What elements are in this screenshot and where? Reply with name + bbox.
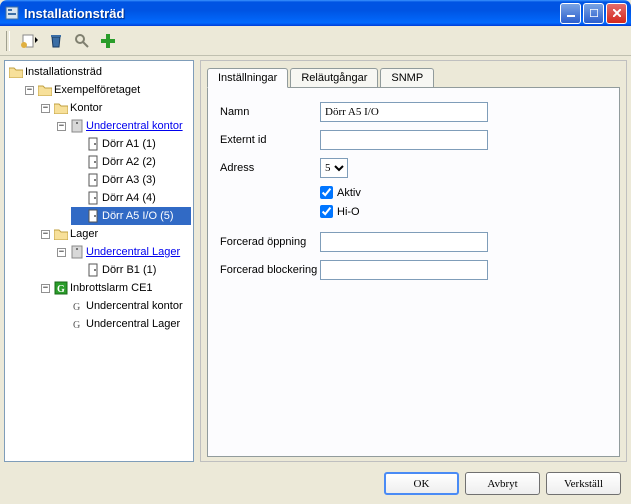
folder-icon xyxy=(38,83,52,97)
footer: OK Avbryt Verkställ xyxy=(0,466,631,501)
tree-label: Lager xyxy=(70,226,98,242)
door-icon xyxy=(86,263,100,277)
app-icon xyxy=(4,5,20,21)
extid-label: Externt id xyxy=(220,134,320,146)
forced-block-input[interactable] xyxy=(320,260,488,280)
collapse-icon[interactable]: − xyxy=(41,104,50,113)
collapse-icon[interactable]: − xyxy=(57,122,66,131)
tree-door-a5[interactable]: Dörr A5 I/O (5) xyxy=(71,207,191,225)
aktiv-label: Aktiv xyxy=(337,187,361,199)
tree-alarm[interactable]: − G Inbrottslarm CE1 xyxy=(39,279,191,297)
device-icon xyxy=(70,245,84,259)
window-title: Installationsträd xyxy=(24,6,560,21)
tree-label: Dörr A1 (1) xyxy=(102,136,156,152)
toolbar-grip xyxy=(6,31,10,51)
extid-input[interactable] xyxy=(320,130,488,150)
collapse-icon[interactable]: − xyxy=(41,230,50,239)
forced-block-label: Forcerad blockering xyxy=(220,264,320,276)
tree-label: Undercentral kontor xyxy=(86,298,183,314)
tree-company[interactable]: − Exempelföretaget xyxy=(23,81,191,99)
toolbar xyxy=(0,26,631,56)
tree-label: Dörr A3 (3) xyxy=(102,172,156,188)
svg-text:G: G xyxy=(73,302,80,312)
tree-root[interactable]: Installationsträd xyxy=(7,63,191,81)
collapse-icon[interactable]: − xyxy=(41,284,50,293)
device-icon xyxy=(70,119,84,133)
search-button[interactable] xyxy=(70,29,94,53)
tree-door-a2[interactable]: Dörr A2 (2) xyxy=(71,153,191,171)
alarm-icon: G xyxy=(54,281,68,295)
new-item-button[interactable] xyxy=(18,29,42,53)
tab-body: Namn Externt id Adress 5 Aktiv Hi-O xyxy=(207,87,620,457)
collapse-icon[interactable]: − xyxy=(25,86,34,95)
tab-snmp[interactable]: SNMP xyxy=(380,68,434,88)
door-icon xyxy=(86,173,100,187)
tree-door-a4[interactable]: Dörr A4 (4) xyxy=(71,189,191,207)
tree-label: Dörr B1 (1) xyxy=(102,262,156,278)
door-icon xyxy=(86,209,100,223)
door-icon xyxy=(86,137,100,151)
aktiv-checkbox[interactable] xyxy=(320,186,333,199)
maximize-button[interactable] xyxy=(583,3,604,24)
tree-alarm-uc2[interactable]: G Undercentral Lager xyxy=(55,315,191,333)
detail-pane: Inställningar Reläutgångar SNMP Namn Ext… xyxy=(200,60,627,462)
tree-group-lager[interactable]: − Lager xyxy=(39,225,191,243)
delete-button[interactable] xyxy=(44,29,68,53)
cancel-button[interactable]: Avbryt xyxy=(465,472,540,495)
addr-select[interactable]: 5 xyxy=(320,158,348,178)
tree-pane[interactable]: Installationsträd − Exempelföretaget − xyxy=(4,60,194,462)
tree-label: Dörr A2 (2) xyxy=(102,154,156,170)
folder-icon xyxy=(9,65,23,79)
tabstrip: Inställningar Reläutgångar SNMP xyxy=(207,67,620,87)
apply-button[interactable]: Verkställ xyxy=(546,472,621,495)
tree-uc-kontor[interactable]: − Undercentral kontor xyxy=(55,117,191,135)
tree-label[interactable]: Undercentral Lager xyxy=(86,244,180,260)
tree-door-a1[interactable]: Dörr A1 (1) xyxy=(71,135,191,153)
tree-label: Dörr A5 I/O (5) xyxy=(102,208,174,224)
main-area: Installationsträd − Exempelföretaget − xyxy=(0,56,631,466)
tree-door-a3[interactable]: Dörr A3 (3) xyxy=(71,171,191,189)
tab-relays[interactable]: Reläutgångar xyxy=(290,68,378,88)
forced-open-label: Forcerad öppning xyxy=(220,236,320,248)
tab-settings[interactable]: Inställningar xyxy=(207,68,288,88)
tree-group-kontor[interactable]: − Kontor xyxy=(39,99,191,117)
tree-label: Kontor xyxy=(70,100,102,116)
sub-icon: G xyxy=(70,299,84,313)
sub-icon: G xyxy=(70,317,84,331)
forced-open-input[interactable] xyxy=(320,232,488,252)
add-button[interactable] xyxy=(96,29,120,53)
folder-icon xyxy=(54,227,68,241)
collapse-icon[interactable]: − xyxy=(57,248,66,257)
tree-label[interactable]: Undercentral kontor xyxy=(86,118,183,134)
tree-alarm-uc1[interactable]: G Undercentral kontor xyxy=(55,297,191,315)
titlebar: Installationsträd xyxy=(0,0,631,26)
name-input[interactable] xyxy=(320,102,488,122)
tree-label: Inbrottslarm CE1 xyxy=(70,280,153,296)
hio-label: Hi-O xyxy=(337,206,360,218)
tree-uc-lager[interactable]: − Undercentral Lager xyxy=(55,243,191,261)
close-button[interactable] xyxy=(606,3,627,24)
tree-label: Undercentral Lager xyxy=(86,316,180,332)
tree-label: Exempelföretaget xyxy=(54,82,140,98)
tree-label: Installationsträd xyxy=(25,64,102,80)
minimize-button[interactable] xyxy=(560,3,581,24)
addr-label: Adress xyxy=(220,162,320,174)
door-icon xyxy=(86,155,100,169)
tree-label: Dörr A4 (4) xyxy=(102,190,156,206)
tree-door-b1[interactable]: Dörr B1 (1) xyxy=(71,261,191,279)
hio-checkbox[interactable] xyxy=(320,205,333,218)
svg-text:G: G xyxy=(57,284,65,295)
svg-text:G: G xyxy=(73,320,80,330)
name-label: Namn xyxy=(220,106,320,118)
ok-button[interactable]: OK xyxy=(384,472,459,495)
folder-icon xyxy=(54,101,68,115)
door-icon xyxy=(86,191,100,205)
